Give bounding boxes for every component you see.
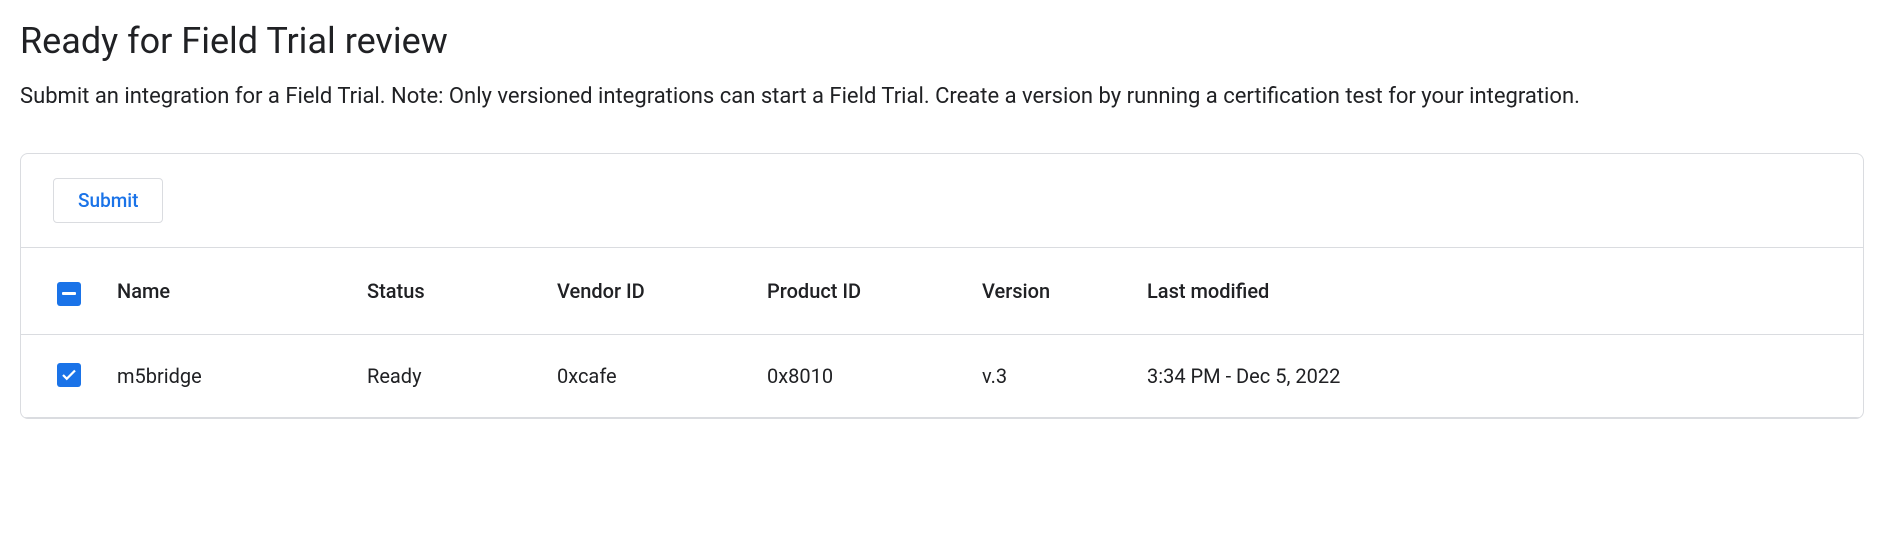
column-header-name[interactable]: Name: [101, 248, 351, 334]
page-description: Submit an integration for a Field Trial.…: [20, 80, 1864, 113]
row-checkbox[interactable]: [57, 363, 81, 387]
integrations-table-container: Submit Name Status Vendor ID Product ID …: [20, 153, 1864, 419]
column-header-product-id[interactable]: Product ID: [751, 248, 966, 334]
row-select-cell: [21, 334, 101, 417]
row-status: Ready: [351, 334, 541, 417]
checkmark-icon: [60, 366, 78, 384]
table-toolbar: Submit: [21, 154, 1863, 248]
page-title: Ready for Field Trial review: [20, 20, 1864, 62]
select-all-header: [21, 248, 101, 334]
column-header-version[interactable]: Version: [966, 248, 1131, 334]
column-header-vendor-id[interactable]: Vendor ID: [541, 248, 751, 334]
table-row[interactable]: m5bridge Ready 0xcafe 0x8010 v.3 3:34 PM…: [21, 334, 1863, 417]
table-header-row: Name Status Vendor ID Product ID Version…: [21, 248, 1863, 334]
integrations-table: Name Status Vendor ID Product ID Version…: [21, 248, 1863, 418]
column-header-last-modified[interactable]: Last modified: [1131, 248, 1863, 334]
submit-button[interactable]: Submit: [53, 178, 163, 223]
row-version: v.3: [966, 334, 1131, 417]
row-last-modified: 3:34 PM - Dec 5, 2022: [1131, 334, 1863, 417]
row-vendor-id: 0xcafe: [541, 334, 751, 417]
row-name: m5bridge: [101, 334, 351, 417]
select-all-checkbox[interactable]: [57, 282, 81, 306]
row-product-id: 0x8010: [751, 334, 966, 417]
column-header-status[interactable]: Status: [351, 248, 541, 334]
